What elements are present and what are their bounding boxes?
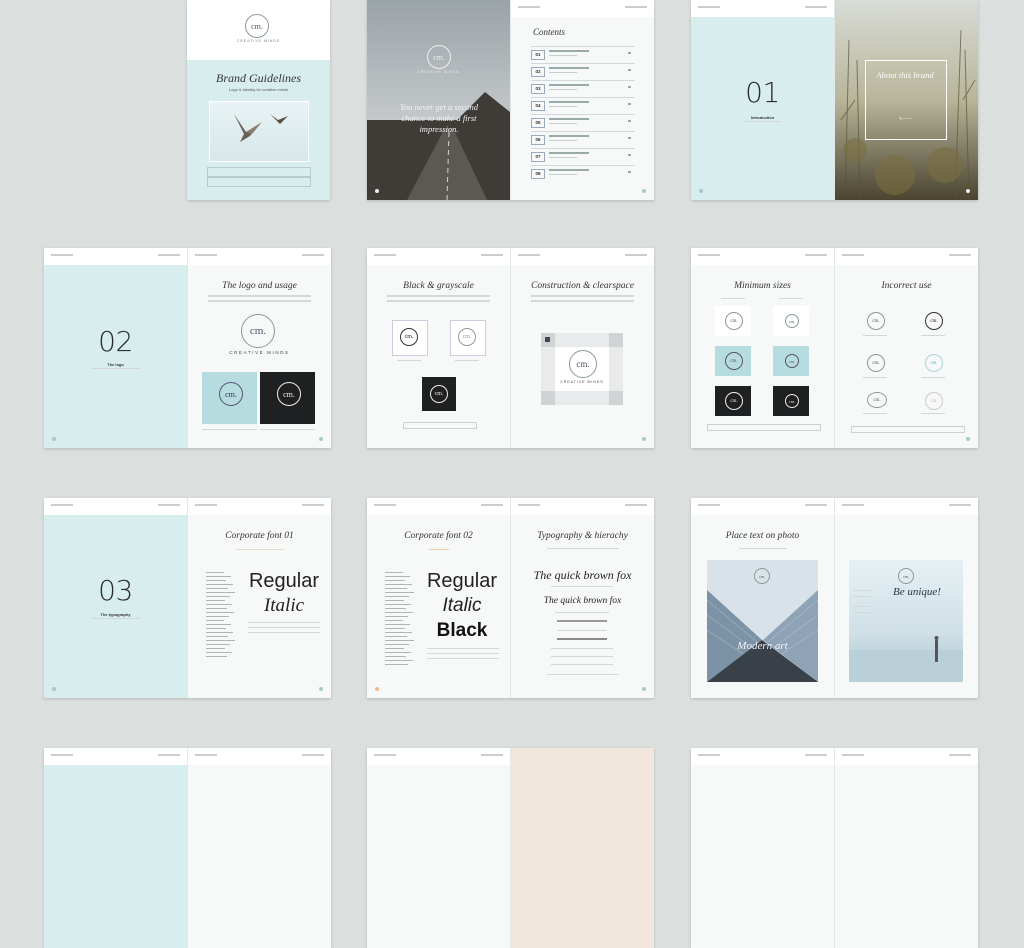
text-on-photo-page: Place text on photo cm. Modern art [691, 498, 834, 698]
spread-grayscale[interactable]: Black & grayscale cm. cm. cm. Constructi… [367, 248, 654, 448]
spread-corporate-font-02[interactable]: Corporate font 02 Regular Italic Black T… [367, 498, 654, 698]
contents-item[interactable]: 04 [531, 97, 635, 111]
quote-page: cm. CREATIVE MINDS You never get a secon… [367, 0, 510, 200]
spread-introduction[interactable]: 01 Introduction About this brand ✎ ─── [691, 0, 978, 200]
min-sizes-page: Minimum sizes cm. cm. cm. cm. cm. cm. [691, 248, 834, 448]
corporate-font-02-title: Corporate font 02 [404, 531, 473, 541]
spread-typography[interactable]: 03 The typography Corporate font 01 Regu… [44, 498, 331, 698]
grayscale-title: Black & grayscale [403, 281, 474, 291]
about-page: About this brand ✎ ─── [834, 0, 978, 200]
cover-page: cm. CREATIVE MINDS Brand Guidelines Logo… [187, 0, 330, 200]
contents-item[interactable]: 07 [531, 148, 635, 162]
hierarchy-fox-large: The quick brown fox [533, 568, 632, 582]
contents-number: 06 [531, 135, 545, 145]
spread-row4-b[interactable] [367, 748, 654, 948]
spread-text-on-photo[interactable]: Place text on photo cm. Modern art cm. B… [691, 498, 978, 698]
hierarchy-page: Typography & hierachy The quick brown fo… [510, 498, 654, 698]
contents-title: Contents [533, 27, 566, 37]
hierarchy-title: Typography & hierachy [537, 531, 628, 541]
logo-usage-title: The logo and usage [222, 281, 297, 291]
spread-sizes[interactable]: Minimum sizes cm. cm. cm. cm. cm. cm. In… [691, 248, 978, 448]
contents-page: Contents 01 02 03 04 05 06 07 08 [510, 0, 654, 200]
contents-number: 02 [531, 67, 545, 77]
min-sizes-title: Minimum sizes [734, 281, 791, 291]
spread-row4-a[interactable] [44, 748, 331, 948]
logo-section-page: 02 The logo [44, 248, 187, 448]
section-number: 02 [98, 325, 133, 358]
construction-page: Construction & clearspace cm. CREATIVE M… [510, 248, 654, 448]
contents-item[interactable]: 05 [531, 114, 635, 128]
sample-italic-2: Italic [442, 595, 482, 616]
spread-logo[interactable]: 02 The logo The logo and usage cm. CREAT… [44, 248, 331, 448]
contents-number: 05 [531, 118, 545, 128]
grayscale-page: Black & grayscale cm. cm. cm. [367, 248, 510, 448]
quote-text: You never get a second chance to make a … [399, 102, 479, 134]
cover-photo [209, 101, 309, 162]
about-title: About this brand [876, 70, 934, 80]
contents-number: 03 [531, 84, 545, 94]
photo-caption-right: Be unique! [893, 586, 941, 598]
brand-logo: cm. [245, 14, 269, 38]
contents-item[interactable]: 08 [531, 165, 635, 179]
text-on-photo-title: Place text on photo [725, 531, 800, 541]
be-unique-page: cm. Be unique! [834, 498, 978, 698]
construction-title: Construction & clearspace [531, 281, 634, 291]
contents-number: 08 [531, 169, 545, 179]
photo-caption-left: Modern art [737, 640, 788, 652]
section-number: 03 [98, 574, 133, 607]
incorrect-use-page: Incorrect use cm. cm. cm. cm. cm. cm. [834, 248, 978, 448]
spread-cover[interactable]: cm. CREATIVE MINDS Brand Guidelines Logo… [187, 0, 330, 200]
contents-item[interactable]: 06 [531, 131, 635, 145]
spread-row4-c[interactable] [691, 748, 978, 948]
brand-logo-sub: CREATIVE MINDS [236, 39, 281, 43]
section-number: 01 [745, 76, 780, 109]
brand-logo-white: cm. [427, 45, 451, 69]
brand-logo: cm. [241, 314, 275, 348]
corporate-font-01-page: Corporate font 01 Regular Italic [187, 498, 331, 698]
seagull-icon [210, 102, 308, 161]
contents-item[interactable]: 02 [531, 63, 635, 77]
logo-usage-page: The logo and usage cm. CREATIVE MINDS cm… [187, 248, 331, 448]
cover-subtitle: Logo & identity for creative minds [228, 87, 289, 92]
typography-section-page: 03 The typography [44, 498, 187, 698]
sample-italic: Italic [263, 595, 305, 616]
cover-title: Brand Guidelines [216, 71, 301, 85]
road-photo [367, 0, 510, 200]
page-canvas: { "brand": { "logo_text": "cm.", "logo_s… [0, 0, 1024, 948]
sample-black: Black [436, 620, 488, 641]
intro-page: 01 Introduction [691, 0, 834, 200]
incorrect-use-title: Incorrect use [881, 281, 932, 291]
brand-logo: cm. [569, 350, 597, 378]
contents-number: 04 [531, 101, 545, 111]
sample-regular-2: Regular [426, 570, 498, 592]
contents-number: 01 [531, 50, 545, 60]
sample-regular: Regular [248, 570, 320, 592]
corporate-font-01-title: Corporate font 01 [225, 531, 294, 541]
corporate-font-02-page: Corporate font 02 Regular Italic Black [367, 498, 510, 698]
contents-item[interactable]: 01 [531, 46, 635, 60]
contents-item[interactable]: 03 [531, 80, 635, 94]
hierarchy-fox-medium: The quick brown fox [543, 596, 622, 606]
contents-number: 07 [531, 152, 545, 162]
spread-contents[interactable]: cm. CREATIVE MINDS You never get a secon… [367, 0, 654, 200]
